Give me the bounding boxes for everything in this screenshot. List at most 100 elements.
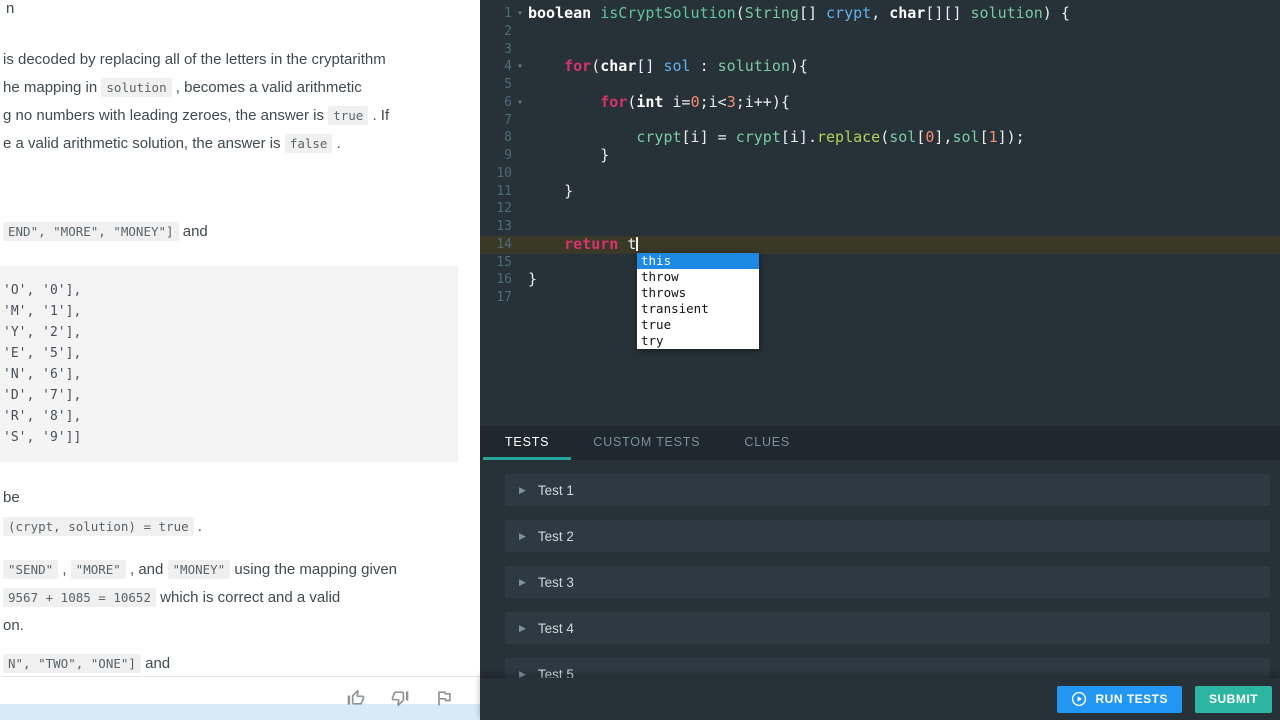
text-run: be [3,489,20,506]
test-row[interactable]: ▶Test 2 [505,520,1270,552]
submit-button[interactable]: SUBMIT [1195,686,1272,713]
clipped-text-fragment: n [6,0,14,17]
thumbs-down-icon[interactable] [390,688,410,708]
thumbs-up-icon[interactable] [346,688,366,708]
text-run: which is correct and a valid [156,589,340,606]
fold-spacer [512,112,528,130]
text-line: is decoded by replacing all of the lette… [3,46,474,74]
code-token: } [528,182,573,200]
code-line[interactable]: 8 crypt[i] = crypt[i].replace(sol[0],sol… [480,129,1280,147]
code-token: 3 [727,93,736,111]
code-token: [] [636,57,663,75]
code-line[interactable]: 7 [480,112,1280,130]
code-token [528,235,564,253]
fold-spacer [512,236,528,254]
code-token: ( [591,57,600,75]
code-token: ;i++){ [736,93,790,111]
run-tests-label: RUN TESTS [1095,692,1168,706]
text-run: and [179,223,208,240]
code-token [528,57,564,75]
code-line[interactable]: 10 [480,165,1280,183]
test-row[interactable]: ▶Test 3 [505,566,1270,598]
code-line[interactable]: 1▾boolean isCryptSolution(String[] crypt… [480,5,1280,23]
code-text: crypt[i] = crypt[i].replace(sol[0],sol[1… [528,129,1280,147]
autocomplete-item[interactable]: this [637,253,759,269]
inline-code: (crypt, solution) = true [3,517,194,536]
line-number: 12 [480,200,512,218]
autocomplete-item[interactable]: try [637,333,759,349]
code-line[interactable]: 16} [480,271,1280,289]
fold-arrow-icon[interactable]: ▾ [512,94,528,112]
code-line[interactable]: 17 [480,289,1280,307]
code-line[interactable]: 3 [480,41,1280,59]
code-token: [] [799,4,826,22]
autocomplete-item[interactable]: true [637,317,759,333]
code-line[interactable]: 4▾ for(char[] sol : solution){ [480,58,1280,76]
fold-spacer [512,41,528,59]
text-line: 9567 + 1085 = 10652 which is correct and… [3,584,474,612]
code-token: crypt [736,128,781,146]
code-token: sol [663,57,690,75]
fold-arrow-icon[interactable]: ▾ [512,58,528,76]
code-token: sol [952,128,979,146]
tab-custom-tests[interactable]: CUSTOM TESTS [571,426,722,460]
autocomplete-item[interactable]: throw [637,269,759,285]
code-line[interactable]: 14 return t [480,236,1280,254]
text-line: he mapping in solution , becomes a valid… [3,74,474,102]
autocomplete-dropdown[interactable]: thisthrowthrowstransienttruetry [637,253,759,349]
line-number: 10 [480,165,512,183]
fold-spacer [512,200,528,218]
code-editor[interactable]: 1▾boolean isCryptSolution(String[] crypt… [480,0,1280,426]
test-row[interactable]: ▶Test 4 [505,612,1270,644]
code-text: for(int i=0;i<3;i++){ [528,94,1280,112]
expand-arrow-icon: ▶ [519,485,526,496]
fold-spacer [512,147,528,165]
line-number: 16 [480,271,512,289]
fold-spacer [512,289,528,307]
code-line[interactable]: 12 [480,200,1280,218]
code-token: 1 [989,128,998,146]
tab-clues[interactable]: CLUES [722,426,812,460]
code-line[interactable]: 11 } [480,183,1280,201]
code-token: ], [934,128,952,146]
line-number: 15 [480,254,512,272]
code-line[interactable]: 9 } [480,147,1280,165]
flag-icon[interactable] [434,688,454,708]
code-token: [][] [925,4,970,22]
text-line: N", "TWO", "ONE"] and [3,650,474,678]
code-line[interactable]: 6▾ for(int i=0;i<3;i++){ [480,94,1280,112]
code-text [528,200,1280,218]
code-token: } [528,146,609,164]
text-run: . If [368,107,389,124]
line-number: 1 [480,5,512,23]
text-run: using the mapping given [230,561,397,578]
fold-arrow-icon[interactable]: ▾ [512,5,528,23]
autocomplete-item[interactable]: throws [637,285,759,301]
inline-code: true [328,106,368,125]
inline-code: solution [101,78,171,97]
description-paragraph: "SEND" , "MORE" , and "MONEY" using the … [3,556,474,640]
code-token: for [600,93,627,111]
actions-bar: RUN TESTS SUBMIT [480,678,1280,720]
code-token: 0 [691,93,700,111]
code-text: return t [528,236,1280,254]
text-run: g no numbers with leading zeroes, the an… [3,107,328,124]
test-row[interactable]: ▶Test 1 [505,474,1270,506]
tests-panel: TESTSCUSTOM TESTSCLUES ▶Test 1 ▶Test 2 ▶Te… [480,426,1280,678]
code-line[interactable]: 2 [480,23,1280,41]
feedback-bar [0,676,480,720]
line-number: 14 [480,236,512,254]
inline-code: END", "MORE", "MONEY"] [3,222,179,241]
text-line: g no numbers with leading zeroes, the an… [3,102,474,130]
code-line[interactable]: 13 [480,218,1280,236]
play-icon [1071,691,1087,707]
code-text: } [528,147,1280,165]
run-tests-button[interactable]: RUN TESTS [1057,686,1182,713]
code-line[interactable]: 15 [480,254,1280,272]
line-number: 2 [480,23,512,41]
inline-code: "MONEY" [168,560,231,579]
code-text [528,165,1280,183]
code-line[interactable]: 5 [480,76,1280,94]
autocomplete-item[interactable]: transient [637,301,759,317]
tab-tests[interactable]: TESTS [483,426,571,460]
